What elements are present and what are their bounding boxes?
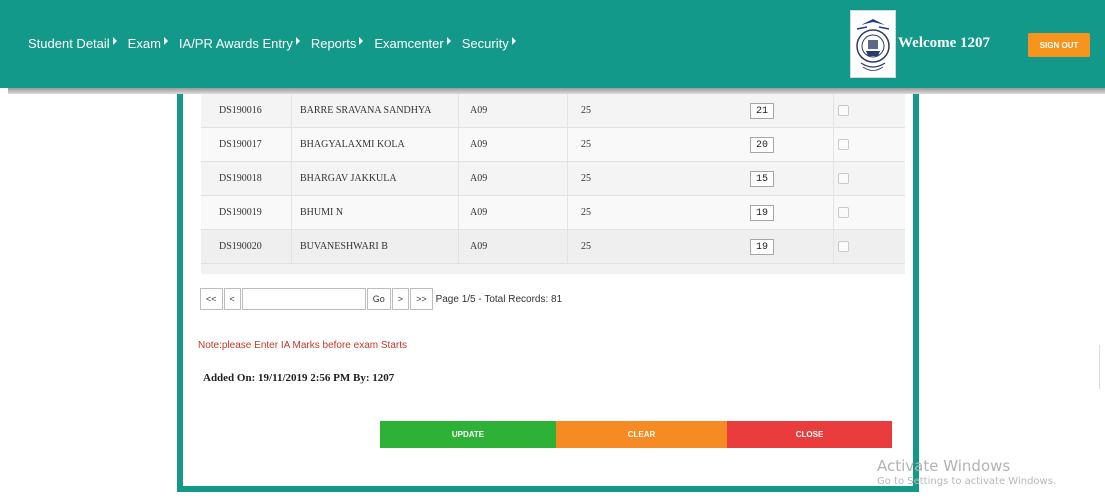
menu-examcenter[interactable]: Examcenter bbox=[374, 36, 451, 51]
table-row: DS190020 BUVANESHWARI B A09 25 bbox=[201, 230, 905, 264]
row-checkbox[interactable] bbox=[838, 139, 849, 150]
student-name: BHARGAV JAKKULA bbox=[300, 173, 397, 184]
menu-label: Examcenter bbox=[374, 36, 444, 51]
ia-mark-input[interactable] bbox=[750, 205, 774, 221]
page-status: Page 1/5 - Total Records: 81 bbox=[435, 293, 563, 305]
ia-mark-input[interactable] bbox=[750, 103, 774, 119]
sign-out-button[interactable]: SIGN OUT bbox=[1028, 33, 1090, 57]
ia-marks-note: Note:please Enter IA Marks before exam S… bbox=[198, 340, 407, 351]
caret-right-icon bbox=[511, 36, 516, 45]
subject-code: A09 bbox=[470, 207, 488, 218]
previous-page-button[interactable]: < bbox=[223, 288, 241, 310]
row-checkbox[interactable] bbox=[838, 241, 849, 252]
student-name: BHAGYALAXMI KOLA bbox=[300, 139, 405, 150]
window-edge bbox=[1099, 345, 1100, 389]
table-row: DS190017 BHAGYALAXMI KOLA A09 25 bbox=[201, 128, 905, 162]
roll-number: DS190019 bbox=[219, 207, 262, 218]
max-marks: 25 bbox=[581, 241, 591, 252]
ia-mark-input[interactable] bbox=[750, 239, 774, 255]
added-on-info: Added On: 19/11/2019 2:56 PM By: 1207 bbox=[203, 372, 395, 384]
caret-right-icon bbox=[295, 36, 300, 45]
ia-mark-input[interactable] bbox=[750, 171, 774, 187]
update-button[interactable]: UPDATE bbox=[380, 421, 556, 448]
page-number-input[interactable] bbox=[241, 288, 366, 310]
menu-student-detail[interactable]: Student Detail bbox=[28, 36, 117, 51]
main-menu: Student Detail Exam IA/PR Awards Entry R… bbox=[28, 36, 527, 51]
next-page-button[interactable]: > bbox=[391, 288, 410, 310]
row-checkbox[interactable] bbox=[838, 207, 849, 218]
menu-reports[interactable]: Reports bbox=[311, 36, 364, 51]
menu-label: IA/PR Awards Entry bbox=[178, 36, 293, 51]
menu-label: Reports bbox=[310, 36, 357, 51]
menu-ia-pr-awards-entry[interactable]: IA/PR Awards Entry bbox=[179, 36, 300, 51]
ia-mark-input[interactable] bbox=[750, 137, 774, 153]
caret-right-icon bbox=[112, 36, 117, 45]
caret-right-icon bbox=[163, 36, 168, 45]
roll-number: DS190020 bbox=[219, 241, 262, 252]
first-page-button[interactable]: << bbox=[200, 288, 223, 310]
university-seal-icon bbox=[851, 11, 895, 77]
pagination: << < Go > >> Page 1/5 - Total Records: 8… bbox=[200, 288, 562, 310]
marks-table: DS190016 BARRE SRAVANA SANDHYA A09 25 DS… bbox=[201, 94, 905, 274]
menu-exam[interactable]: Exam bbox=[128, 36, 168, 51]
university-seal-logo bbox=[850, 10, 896, 78]
activate-windows-hint: Go to Settings to activate Windows. bbox=[877, 476, 1057, 487]
row-checkbox[interactable] bbox=[838, 173, 849, 184]
max-marks: 25 bbox=[581, 105, 591, 116]
roll-number: DS190016 bbox=[219, 105, 262, 116]
student-name: BHUMI N bbox=[300, 207, 344, 218]
max-marks: 25 bbox=[581, 207, 591, 218]
student-name: BARRE SRAVANA SANDHYA bbox=[300, 105, 432, 116]
clear-button[interactable]: CLEAR bbox=[556, 421, 727, 448]
subject-code: A09 bbox=[470, 105, 488, 116]
subject-code: A09 bbox=[470, 173, 488, 184]
last-page-button[interactable]: >> bbox=[410, 288, 433, 310]
table-row: DS190019 BHUMI N A09 25 bbox=[201, 196, 905, 230]
close-button[interactable]: CLOSE bbox=[727, 421, 892, 448]
activate-windows-title: Activate Windows bbox=[877, 457, 1011, 475]
max-marks: 25 bbox=[581, 173, 591, 184]
top-navigation-bar: Student Detail Exam IA/PR Awards Entry R… bbox=[0, 0, 1105, 88]
menu-label: Student Detail bbox=[28, 36, 110, 51]
table-row: DS190018 BHARGAV JAKKULA A09 25 bbox=[201, 162, 905, 196]
caret-right-icon bbox=[359, 36, 364, 45]
welcome-text: Welcome 1207 bbox=[898, 35, 991, 51]
subject-code: A09 bbox=[470, 139, 488, 150]
roll-number: DS190017 bbox=[219, 139, 262, 150]
menu-security[interactable]: Security bbox=[462, 36, 516, 51]
caret-right-icon bbox=[446, 36, 451, 45]
max-marks: 25 bbox=[581, 139, 591, 150]
menu-label: Security bbox=[461, 36, 509, 51]
subject-code: A09 bbox=[470, 241, 488, 252]
go-button[interactable]: Go bbox=[366, 288, 391, 310]
row-checkbox[interactable] bbox=[838, 105, 849, 116]
student-name: BUVANESHWARI B bbox=[300, 241, 388, 252]
table-row: DS190016 BARRE SRAVANA SANDHYA A09 25 bbox=[201, 94, 905, 128]
marks-entry-panel: DS190016 BARRE SRAVANA SANDHYA A09 25 DS… bbox=[177, 94, 919, 492]
menu-label: Exam bbox=[127, 36, 161, 51]
roll-number: DS190018 bbox=[219, 173, 262, 184]
